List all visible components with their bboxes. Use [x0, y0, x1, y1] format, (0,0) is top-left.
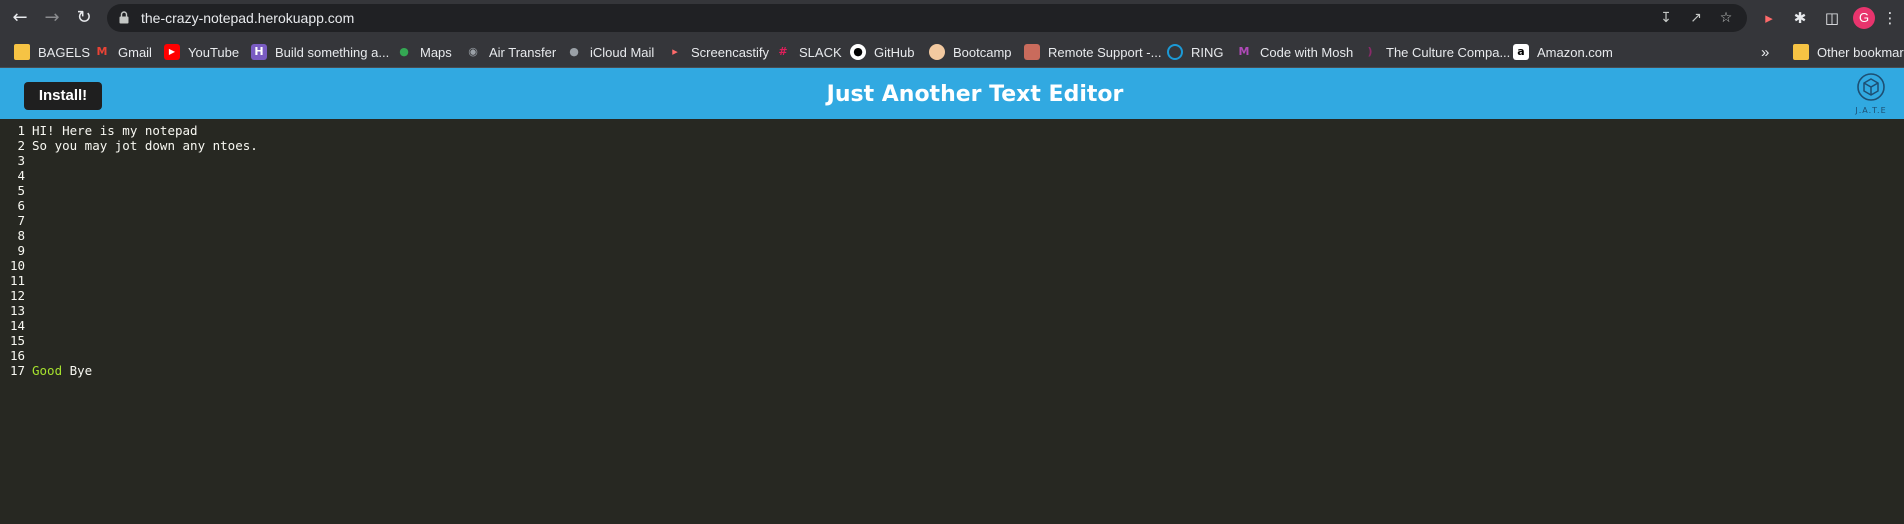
gmail-icon: M: [96, 45, 108, 58]
bookmark-maps[interactable]: ● Maps: [396, 42, 452, 62]
youtube-icon: ▶: [164, 44, 180, 60]
line-number: 3: [17, 153, 25, 168]
bootcamp-icon: [929, 44, 945, 60]
bookmark-youtube[interactable]: ▶ YouTube: [164, 42, 239, 62]
line-number: 2: [17, 138, 25, 153]
line-number: 9: [17, 243, 25, 258]
logo-text: J.A.T.E: [1855, 106, 1887, 115]
line-text[interactable]: HI! Here is my notepad: [32, 123, 198, 138]
line-number: 17: [9, 363, 25, 378]
code-editor[interactable]: 1 HI! Here is my notepad 2 So you may jot …: [0, 119, 1904, 524]
culture-icon: ): [1367, 45, 1373, 58]
maps-pin-icon: ●: [399, 45, 409, 58]
url-text[interactable]: the-crazy-notepad.herokuapp.com: [141, 10, 354, 26]
bookmark-gmail[interactable]: M Gmail: [94, 42, 152, 62]
line-number: 5: [17, 183, 25, 198]
bookmark-icloud-mail[interactable]: ● iCloud Mail: [566, 42, 654, 62]
jate-logo: J.A.T.E: [1850, 72, 1892, 118]
line-text[interactable]: So you may jot down any ntoes.: [32, 138, 258, 153]
forward-arrow-icon[interactable]: →: [41, 7, 63, 29]
bookmarks-overflow-chevron[interactable]: »: [1761, 42, 1769, 62]
bookmark-bagels[interactable]: BAGELS: [14, 42, 90, 62]
lock-icon: [119, 11, 129, 24]
bookmark-slack[interactable]: # SLACK: [775, 42, 841, 62]
heroku-icon: H: [251, 44, 267, 60]
line-number: 12: [9, 288, 25, 303]
app-header: Install! Just Another Text Editor J.A.T.…: [0, 68, 1904, 119]
other-bookmarks[interactable]: Other bookmarks: [1793, 42, 1904, 62]
slack-icon: #: [778, 45, 788, 58]
side-panel-icon[interactable]: ◫: [1821, 7, 1843, 29]
bookmark-build-something[interactable]: H Build something a...: [251, 42, 389, 62]
page-title: Just Another Text Editor: [826, 82, 1124, 107]
mosh-icon: M: [1238, 45, 1250, 58]
screencastify-icon: ▸: [672, 45, 678, 58]
amazon-icon: a: [1513, 44, 1529, 60]
line-number: 1: [17, 123, 25, 138]
bookmark-star-icon[interactable]: ☆: [1717, 9, 1735, 27]
install-app-icon[interactable]: ↧: [1657, 9, 1675, 27]
address-bar[interactable]: the-crazy-notepad.herokuapp.com ↧ ↗ ☆: [107, 4, 1747, 32]
github-icon: ●: [850, 44, 866, 60]
cube-logo-icon: [1857, 73, 1885, 101]
bookmark-code-with-mosh[interactable]: M Code with Mosh: [1236, 42, 1354, 62]
bookmark-screencastify[interactable]: ▸ Screencastify: [667, 42, 769, 62]
extensions-puzzle-icon[interactable]: ✱: [1789, 7, 1811, 29]
bookmarks-bar: BAGELS M Gmail ▶ YouTube H Build something …: [0, 36, 1904, 68]
browser-toolbar: ← → ↻ the-crazy-notepad.herokuapp.com ↧ …: [0, 0, 1904, 36]
line-number: 6: [17, 198, 25, 213]
line-text[interactable]: Good Bye: [32, 363, 92, 378]
screencastify-extension-icon[interactable]: ▸: [1758, 7, 1780, 29]
bookmark-remote-support[interactable]: Remote Support -...: [1024, 42, 1161, 62]
apple-icon: ●: [569, 45, 579, 58]
line-number: 8: [17, 228, 25, 243]
bookmark-air-transfer[interactable]: ◉ Air Transfer: [465, 42, 556, 62]
bookmark-amazon[interactable]: a Amazon.com: [1513, 42, 1613, 62]
remote-support-icon: [1024, 44, 1040, 60]
bookmark-culture-company[interactable]: ) The Culture Compa...: [1362, 42, 1510, 62]
share-icon[interactable]: ↗: [1687, 9, 1705, 27]
keyword-token: Good: [32, 363, 63, 378]
line-number: 15: [9, 333, 25, 348]
line-number: 4: [17, 168, 25, 183]
back-arrow-icon[interactable]: ←: [9, 7, 31, 29]
line-number: 14: [9, 318, 25, 333]
folder-icon: [14, 44, 30, 60]
text-token: Bye: [62, 363, 93, 378]
globe-icon: ◉: [468, 45, 478, 58]
browser-menu-icon[interactable]: ⋮: [1882, 7, 1898, 29]
ring-icon: [1167, 44, 1183, 60]
bookmark-github[interactable]: ● GitHub: [850, 42, 914, 62]
profile-avatar[interactable]: G: [1853, 7, 1875, 29]
line-number: 13: [9, 303, 25, 318]
line-number: 11: [9, 273, 25, 288]
folder-icon: [1793, 44, 1809, 60]
bookmark-bootcamp[interactable]: Bootcamp: [929, 42, 1012, 62]
reload-icon[interactable]: ↻: [73, 7, 95, 29]
line-number: 10: [9, 258, 25, 273]
bookmark-ring[interactable]: RING: [1167, 42, 1224, 62]
line-number: 16: [9, 348, 25, 363]
line-number: 7: [17, 213, 25, 228]
